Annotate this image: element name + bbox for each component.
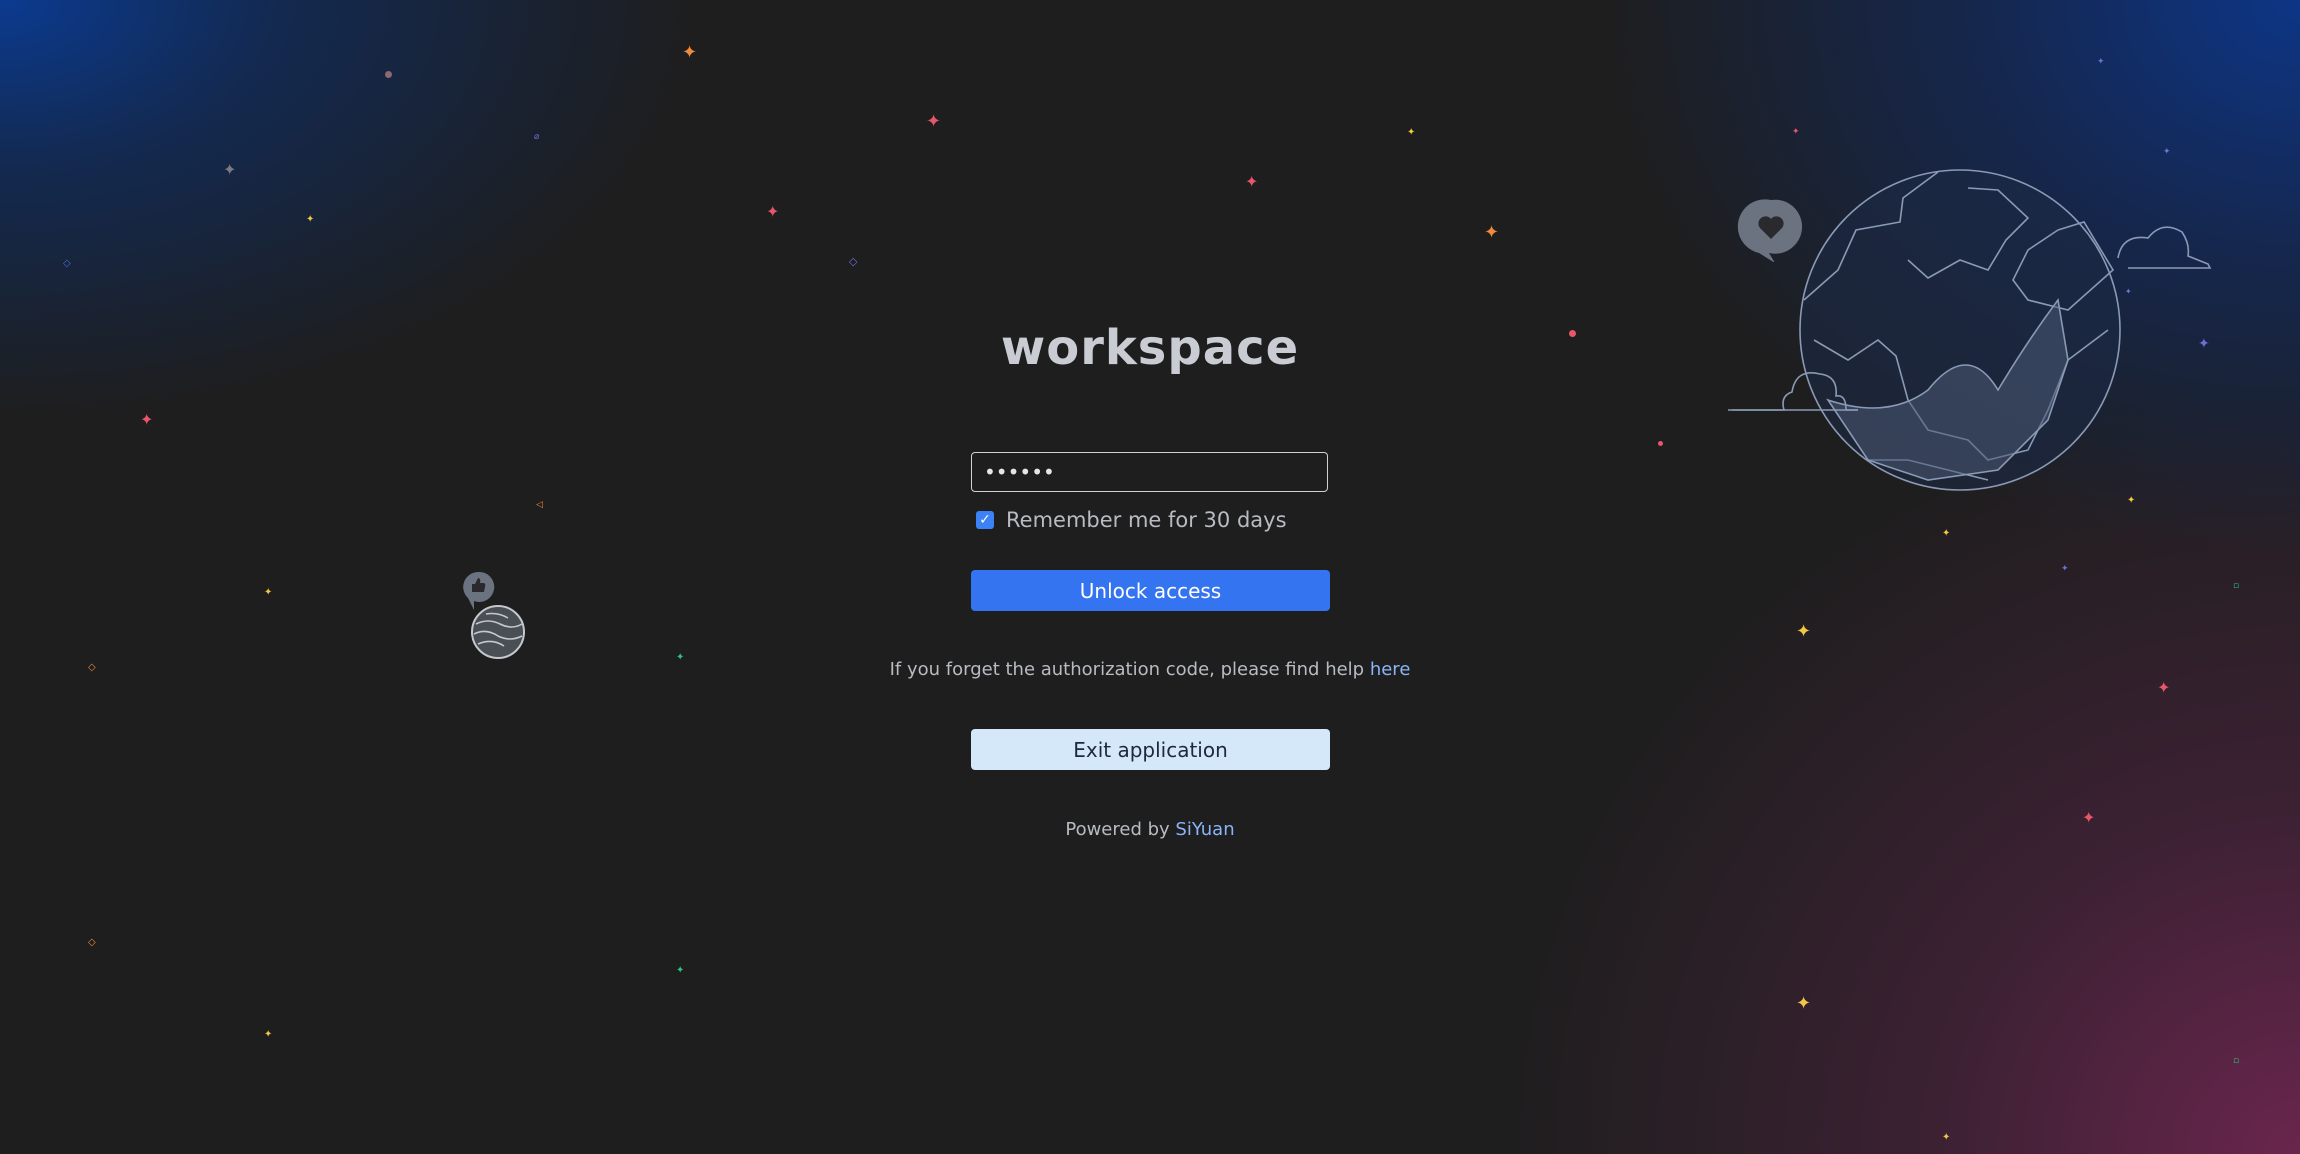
remember-me-row[interactable]: ✓ Remember me for 30 days bbox=[976, 506, 1287, 534]
siyuan-link[interactable]: SiYuan bbox=[1175, 819, 1234, 840]
password-input[interactable] bbox=[971, 452, 1328, 492]
help-message: If you forget the authorization code, pl… bbox=[889, 659, 1370, 680]
unlock-access-button[interactable]: Unlock access bbox=[971, 570, 1330, 611]
help-text: If you forget the authorization code, pl… bbox=[0, 659, 2300, 680]
checkmark-icon: ✓ bbox=[979, 512, 991, 528]
login-screen: ✦ ✦ ✦ ✦ ✦ ✦ ◇ ✦ ✦ ◇ ✦ ✦ ◇ ✦ ◇ ✦ ✦ ✦ ✦ ✦ … bbox=[0, 0, 2300, 1154]
remember-me-checkbox[interactable]: ✓ bbox=[976, 511, 994, 529]
powered-by: Powered by SiYuan bbox=[0, 819, 2300, 840]
remember-me-label: Remember me for 30 days bbox=[1006, 508, 1287, 532]
powered-by-text: Powered by bbox=[1065, 819, 1176, 840]
help-link[interactable]: here bbox=[1370, 659, 1411, 680]
login-form: workspace ✓ Remember me for 30 days Unlo… bbox=[0, 0, 2300, 1154]
exit-application-button[interactable]: Exit application bbox=[971, 729, 1330, 770]
page-title: workspace bbox=[1000, 320, 1300, 376]
